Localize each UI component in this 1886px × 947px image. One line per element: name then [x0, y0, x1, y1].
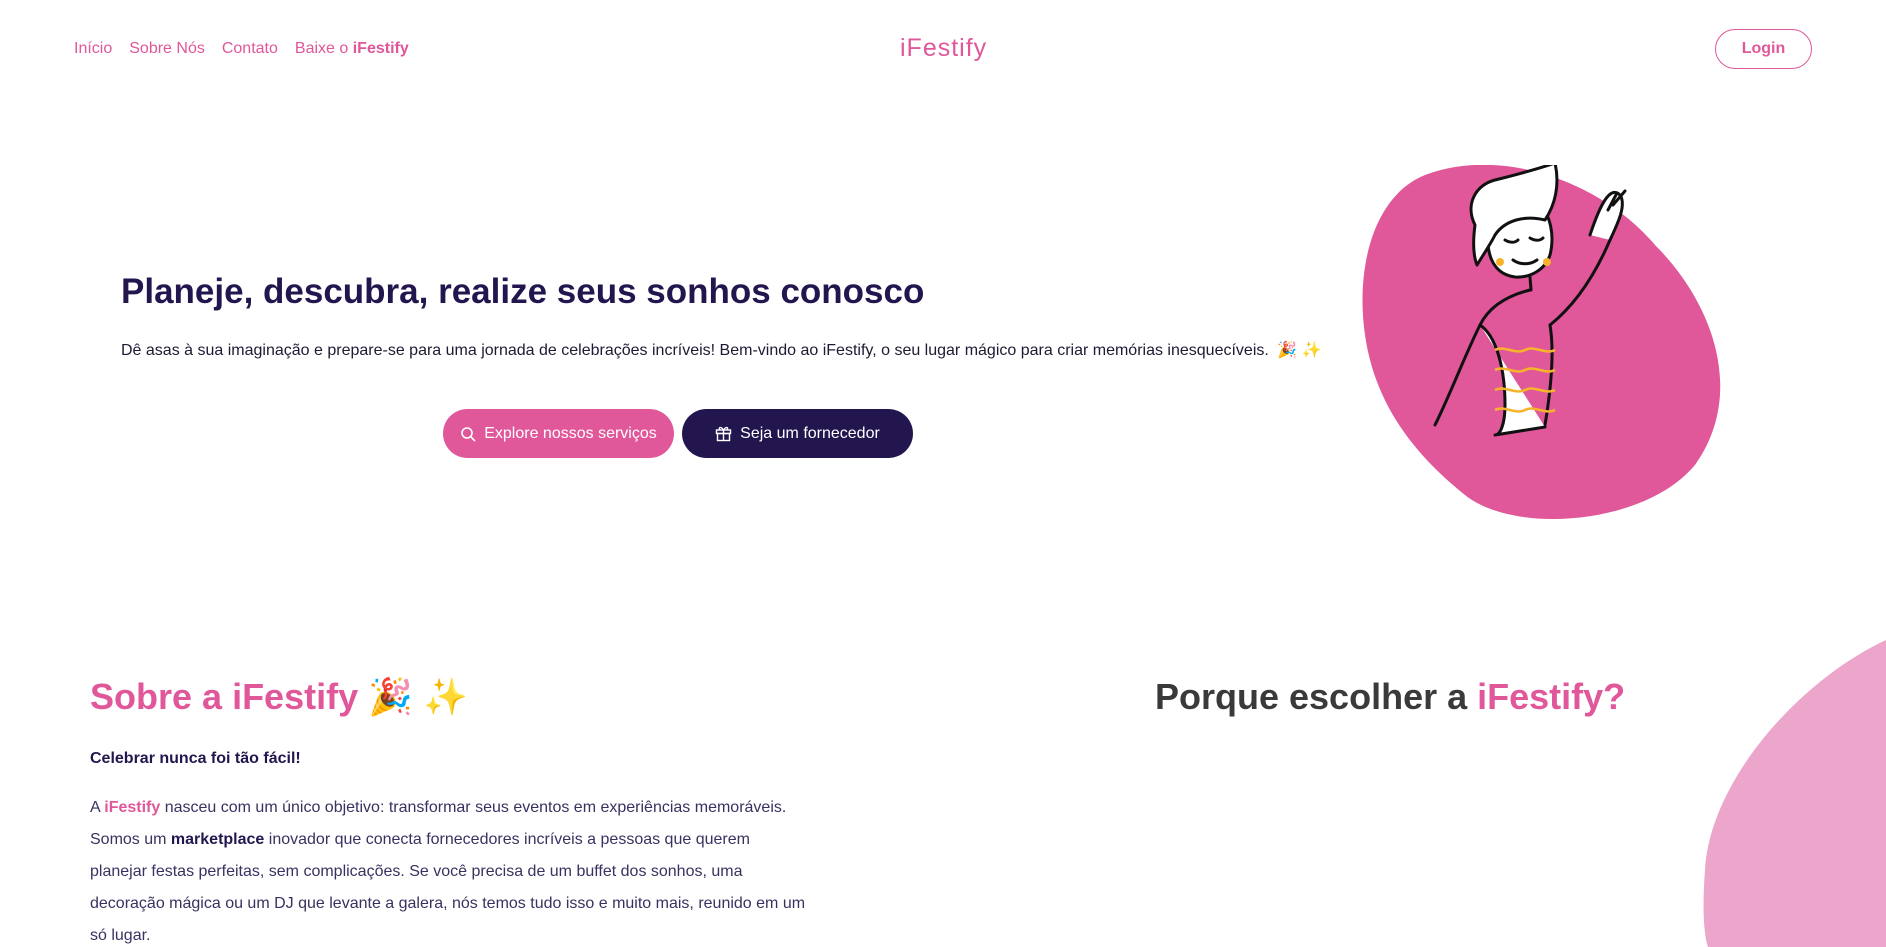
explore-services-label: Explore nossos serviços	[484, 424, 657, 442]
nav-link-sobre-nos[interactable]: Sobre Nós	[129, 40, 205, 58]
brand-logo[interactable]: iFestify	[900, 34, 987, 63]
party-emoji: 🎉 ✨	[368, 676, 468, 717]
become-supplier-label: Seja um fornecedor	[740, 424, 880, 442]
login-button[interactable]: Login	[1715, 29, 1812, 69]
about-p-marketplace: marketplace	[170, 831, 265, 848]
hero-illustration	[1362, 165, 1721, 519]
nav-link-baixe-brand: iFestify	[352, 40, 409, 57]
why-title-prefix: Porque escolher a	[1155, 676, 1468, 717]
nav-link-contato[interactable]: Contato	[222, 40, 278, 58]
nav-link-inicio[interactable]: Início	[74, 40, 112, 58]
hero-title: Planeje, descubra, realize seus sonhos c…	[121, 272, 925, 311]
about-tagline: Celebrar nunca foi tão fácil!	[90, 750, 301, 767]
decorative-blob	[1703, 640, 1886, 947]
become-supplier-button[interactable]: Seja um fornecedor	[682, 409, 913, 458]
why-title: Porque escolher a iFestify?	[1155, 676, 1625, 718]
about-title-prefix: Sobre a	[90, 676, 223, 717]
about-p-a: A	[90, 799, 100, 816]
gift-icon	[715, 426, 732, 442]
about-title-brand: iFestify	[232, 676, 359, 717]
why-title-brand: iFestify?	[1477, 676, 1626, 717]
party-emoji: 🎉 ✨	[1277, 342, 1322, 359]
nav-link-baixe[interactable]: Baixe o iFestify	[295, 40, 409, 58]
top-navbar: Início Sobre Nós Contato Baixe o iFestif…	[0, 0, 1886, 100]
nav-link-baixe-prefix: Baixe o	[294, 40, 349, 57]
about-paragraph: A iFestify nasceu com um único objetivo:…	[90, 792, 810, 947]
hero-subtitle: Dê asas à sua imaginação e prepare-se pa…	[121, 340, 1322, 360]
hero-subtitle-text: Dê asas à sua imaginação e prepare-se pa…	[121, 342, 1269, 359]
search-icon	[461, 426, 476, 441]
about-title: Sobre a iFestify 🎉 ✨	[90, 676, 468, 718]
nav-links: Início Sobre Nós Contato Baixe o iFestif…	[74, 40, 409, 58]
about-p-brand: iFestify	[104, 799, 161, 816]
explore-services-button[interactable]: Explore nossos serviços	[443, 409, 674, 458]
